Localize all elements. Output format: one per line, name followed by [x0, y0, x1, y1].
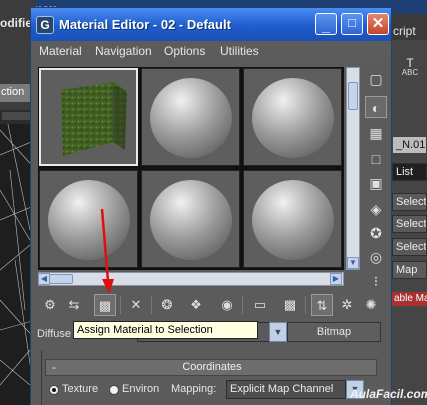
side-toolbar: ▢ ◐ ▦ □ ▣ ◈ ✪ ◎ ⁝ — [362, 66, 390, 289]
background-icon[interactable]: ▦ — [365, 122, 387, 144]
material-map-navigator-icon[interactable]: ⁝ — [365, 270, 387, 292]
object-name-field[interactable]: _N.01 — [392, 136, 427, 154]
text-shape-label: ABC — [401, 68, 419, 77]
menu-navigation[interactable]: Navigation — [95, 44, 152, 58]
menu-bar: Material Navigation Options Utilities — [31, 41, 391, 60]
material-id-icon[interactable]: ▭ — [249, 294, 271, 316]
sample-slot-6[interactable] — [243, 170, 342, 268]
show-map-icon[interactable]: ▩ — [279, 294, 301, 316]
rollout-title: Coordinates — [182, 361, 242, 373]
sample-slot-3[interactable] — [243, 68, 342, 166]
mapping-dropdown[interactable]: Explicit Map Channel — [226, 380, 346, 399]
slots-horizontal-scrollbar[interactable]: ◀ ▶ — [38, 272, 344, 286]
sample-type-icon[interactable]: ▢ — [365, 68, 387, 90]
window-titlebar[interactable]: G Material Editor - 02 - Default _ □ ✕ — [31, 8, 391, 41]
maxscript-menu[interactable]: cript — [393, 24, 416, 38]
show-end-result-icon[interactable]: ⇅ — [311, 294, 333, 316]
watermark-logo: AulaFacil.com — [350, 387, 427, 401]
horizontal-scroll-thumb[interactable] — [49, 274, 73, 284]
rollout-header[interactable]: - Coordinates — [45, 359, 377, 376]
editable-mesh-bar[interactable]: able Ma — [392, 292, 427, 306]
assign-material-icon[interactable]: ▩ — [94, 294, 116, 316]
window-title: Material Editor - 02 - Default — [59, 17, 231, 32]
menu-material[interactable]: Material — [39, 44, 82, 58]
select-by-material-icon[interactable]: ◎ — [365, 246, 387, 268]
copy-material-icon[interactable]: ❂ — [156, 294, 178, 316]
app-screen: mplo.max odifie ction cript T ABC _N.01 … — [0, 0, 427, 405]
menu-utilities[interactable]: Utilities — [220, 44, 259, 58]
mapping-label: Mapping: — [171, 383, 217, 395]
menu-options[interactable]: Options — [164, 44, 205, 58]
bottom-toolbar: ⚙ ⇆ ▩ ✕ ❂ ❖ ◉ ▭ ▩ ⇅ ✲ ✺ — [35, 292, 389, 320]
minimize-button[interactable]: _ — [315, 13, 337, 35]
scroll-down-arrow-icon[interactable]: ▼ — [347, 257, 359, 269]
environ-radio-label: Environ — [122, 383, 160, 395]
video-color-check-icon[interactable]: ▣ — [365, 172, 387, 194]
toolbar-separator — [151, 296, 152, 314]
make-preview-icon[interactable]: ◈ — [365, 198, 387, 220]
sample-slot-2[interactable] — [141, 68, 240, 166]
sphere-preview — [252, 180, 334, 260]
get-material-icon[interactable]: ⚙ — [39, 294, 61, 316]
texture-radio-label: Texture — [62, 383, 99, 395]
sample-slot-5[interactable] — [141, 170, 240, 268]
chevron-down-icon[interactable]: ▼ — [269, 322, 287, 342]
material-editor-window: G Material Editor - 02 - Default _ □ ✕ M… — [30, 7, 392, 405]
app-section-label[interactable]: ction — [0, 84, 30, 102]
go-to-parent-icon[interactable]: ✲ — [336, 294, 358, 316]
sphere-preview — [150, 78, 232, 158]
put-to-library-icon[interactable]: ◉ — [216, 294, 238, 316]
editor-body: ▼ ◀ ▶ ▢ ◐ ▦ □ ▣ ◈ ✪ ◎ ⁝ ⚙ ⇆ ▩ ✕ ❂ ❖ ◉ ▭ … — [31, 60, 391, 405]
slots-vertical-scrollbar[interactable]: ▼ — [346, 67, 360, 270]
select-button-2[interactable]: Select — [392, 215, 427, 233]
bitmap-type-button[interactable]: Bitmap — [287, 322, 381, 342]
scroll-right-arrow-icon[interactable]: ▶ — [330, 273, 342, 285]
grass-cube-preview — [61, 82, 127, 156]
go-forward-icon[interactable]: ✺ — [360, 294, 382, 316]
toolbar-separator — [305, 296, 306, 314]
coordinates-rollout: - Coordinates Texture Environ Mapping: E… — [41, 350, 380, 405]
sample-slot-1[interactable] — [39, 68, 138, 166]
reset-map-icon[interactable]: ✕ — [125, 294, 147, 316]
vertical-scroll-thumb[interactable] — [348, 82, 358, 110]
make-unique-icon[interactable]: ❖ — [185, 294, 207, 316]
toolbar-separator — [242, 296, 243, 314]
sample-slot-4[interactable] — [39, 170, 138, 268]
maximize-button[interactable]: □ — [341, 13, 363, 35]
text-shape-icon[interactable]: T ABC — [398, 57, 422, 80]
uv-tiling-icon[interactable]: □ — [365, 148, 387, 170]
list-button[interactable]: List — [392, 163, 427, 181]
backlight-icon[interactable]: ◐ — [365, 96, 387, 118]
put-to-scene-icon[interactable]: ⇆ — [63, 294, 85, 316]
close-button[interactable]: ✕ — [367, 13, 389, 35]
toolbar-separator — [120, 296, 121, 314]
sample-slots-grid — [38, 67, 344, 270]
sphere-preview — [150, 180, 232, 260]
environ-radio[interactable] — [109, 385, 119, 395]
tooltip: Assign Material to Selection — [73, 321, 258, 339]
texture-radio[interactable] — [49, 385, 59, 395]
select-button-3[interactable]: Select — [392, 238, 427, 256]
map-button[interactable]: Map — [392, 261, 427, 279]
sphere-preview — [252, 78, 334, 158]
sphere-preview — [48, 180, 130, 260]
select-button-1[interactable]: Select — [392, 193, 427, 211]
material-editor-app-icon: G — [36, 16, 54, 34]
options-icon[interactable]: ✪ — [365, 222, 387, 244]
